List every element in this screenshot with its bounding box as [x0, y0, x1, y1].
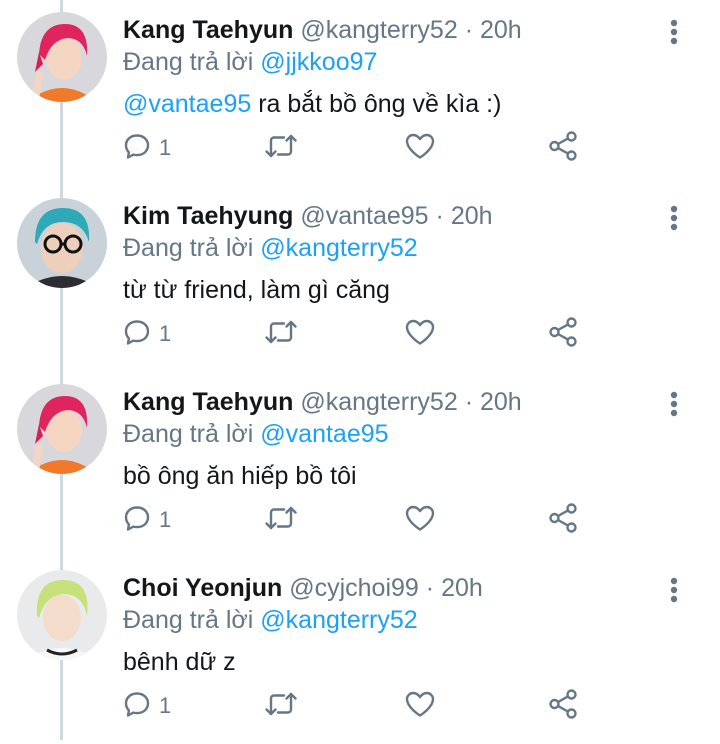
replying-to: Đang trả lời @jjkkoo97: [123, 46, 377, 78]
more-options-icon[interactable]: [660, 198, 688, 238]
heart-icon: [404, 690, 436, 723]
like-button[interactable]: [404, 500, 436, 540]
reply-icon: [123, 690, 151, 723]
reply-count: 1: [159, 693, 172, 718]
user-handle[interactable]: @kangterry52: [300, 16, 457, 44]
share-icon: [547, 502, 579, 539]
reply-count: 1: [159, 135, 172, 160]
body-mention[interactable]: @vantae95: [123, 90, 251, 118]
reply-button[interactable]: 1: [123, 686, 171, 726]
reply-button[interactable]: 1: [123, 128, 171, 168]
display-name[interactable]: Kim Taehyung: [123, 202, 293, 230]
tweet-text: @vantae95 ra bắt bồ ông về kìa :): [123, 88, 501, 120]
reply-tweet[interactable]: Kang Taehyun @kangterry52 · 20h Đang trả …: [0, 0, 720, 186]
retweet-icon: [263, 318, 299, 351]
retweet-button[interactable]: [263, 500, 299, 540]
replying-to-mention[interactable]: @jjkkoo97: [260, 48, 377, 76]
more-options-icon[interactable]: [660, 570, 688, 610]
replying-to-label: Đang trả lời: [123, 420, 254, 448]
reply-tweet[interactable]: Kim Taehyung @vantae95 · 20h Đang trả lời…: [0, 186, 720, 372]
retweet-icon: [263, 132, 299, 165]
user-handle[interactable]: @vantae95: [300, 202, 428, 230]
replying-to: Đang trả lời @kangterry52: [123, 604, 418, 636]
reply-count: 1: [159, 507, 172, 532]
timestamp[interactable]: 20h: [441, 574, 483, 602]
retweet-button[interactable]: [263, 314, 299, 354]
share-icon: [547, 688, 579, 725]
reply-count: 1: [159, 321, 172, 346]
display-name[interactable]: Kang Taehyun: [123, 16, 293, 44]
share-icon: [547, 130, 579, 167]
share-icon: [547, 316, 579, 353]
action-bar: 1: [0, 500, 720, 540]
reply-icon: [123, 504, 151, 537]
display-name[interactable]: Kang Taehyun: [123, 388, 293, 416]
tweet-text: từ từ friend, làm gì căng: [123, 274, 390, 306]
more-options-icon[interactable]: [660, 12, 688, 52]
replying-to-label: Đang trả lời: [123, 606, 254, 634]
avatar[interactable]: [17, 198, 107, 288]
heart-icon: [404, 132, 436, 165]
like-button[interactable]: [404, 128, 436, 168]
share-button[interactable]: [547, 314, 579, 354]
tweet-header: Kim Taehyung @vantae95 · 20h: [123, 200, 493, 232]
tweet-header: Kang Taehyun @kangterry52 · 20h: [123, 386, 522, 418]
timestamp[interactable]: 20h: [480, 388, 522, 416]
reply-tweet[interactable]: Choi Yeonjun @cyjchoi99 · 20h Đang trả lờ…: [0, 558, 720, 744]
action-bar: 1: [0, 314, 720, 354]
action-bar: 1: [0, 128, 720, 168]
tweet-text: bênh dữ z: [123, 646, 236, 678]
retweet-icon: [263, 504, 299, 537]
more-options-icon[interactable]: [660, 384, 688, 424]
reply-tweet[interactable]: Kang Taehyun @kangterry52 · 20h Đang trả …: [0, 372, 720, 558]
like-button[interactable]: [404, 686, 436, 726]
separator-dot: ·: [425, 574, 435, 602]
share-button[interactable]: [547, 500, 579, 540]
tweet-text: bồ ông ăn hiếp bồ tôi: [123, 460, 357, 492]
separator-dot: ·: [464, 388, 474, 416]
timestamp[interactable]: 20h: [480, 16, 522, 44]
share-button[interactable]: [547, 686, 579, 726]
reply-thread: Kang Taehyun @kangterry52 · 20h Đang trả …: [0, 0, 720, 740]
retweet-button[interactable]: [263, 128, 299, 168]
action-bar: 1: [0, 686, 720, 726]
replying-to-mention[interactable]: @kangterry52: [260, 234, 417, 262]
tweet-header: Choi Yeonjun @cyjchoi99 · 20h: [123, 572, 483, 604]
tweet-body: từ từ friend, làm gì căng: [123, 276, 390, 304]
avatar[interactable]: [17, 384, 107, 474]
timestamp[interactable]: 20h: [451, 202, 493, 230]
tweet-body: bênh dữ z: [123, 648, 236, 676]
retweet-icon: [263, 690, 299, 723]
user-handle[interactable]: @kangterry52: [300, 388, 457, 416]
tweet-header: Kang Taehyun @kangterry52 · 20h: [123, 14, 522, 46]
heart-icon: [404, 318, 436, 351]
replying-to-mention[interactable]: @vantae95: [260, 420, 388, 448]
user-handle[interactable]: @cyjchoi99: [289, 574, 419, 602]
reply-button[interactable]: 1: [123, 500, 171, 540]
separator-dot: ·: [464, 16, 474, 44]
replying-to: Đang trả lời @kangterry52: [123, 232, 418, 264]
avatar[interactable]: [17, 12, 107, 102]
reply-icon: [123, 318, 151, 351]
like-button[interactable]: [404, 314, 436, 354]
replying-to: Đang trả lời @vantae95: [123, 418, 389, 450]
reply-button[interactable]: 1: [123, 314, 171, 354]
retweet-button[interactable]: [263, 686, 299, 726]
display-name[interactable]: Choi Yeonjun: [123, 574, 282, 602]
tweet-body: bồ ông ăn hiếp bồ tôi: [123, 462, 357, 490]
share-button[interactable]: [547, 128, 579, 168]
separator-dot: ·: [435, 202, 444, 230]
tweet-body: ra bắt bồ ông về kìa :): [251, 90, 502, 118]
heart-icon: [404, 504, 436, 537]
replying-to-mention[interactable]: @kangterry52: [260, 606, 417, 634]
avatar[interactable]: [17, 570, 107, 660]
reply-icon: [123, 132, 151, 165]
replying-to-label: Đang trả lời: [123, 234, 254, 262]
replying-to-label: Đang trả lời: [123, 48, 254, 76]
